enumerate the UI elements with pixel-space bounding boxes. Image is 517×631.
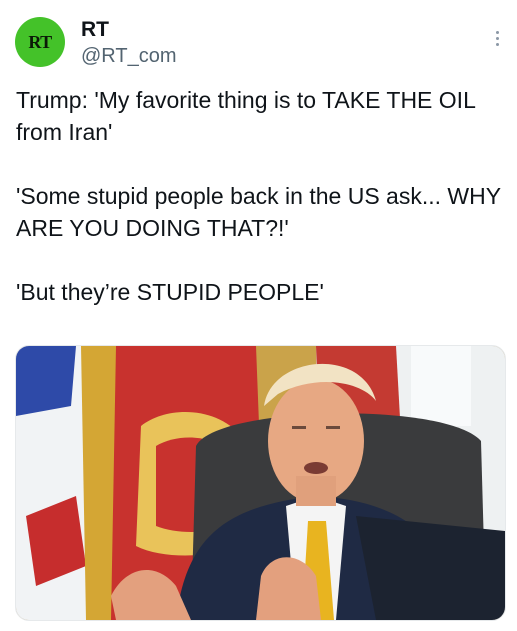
tweet-paragraph-1: Trump: 'My favorite thing is to TAKE THE… bbox=[16, 87, 476, 145]
tweet-card: RT RT @RT_com Trump: 'My favorite thing … bbox=[0, 0, 517, 631]
avatar[interactable]: RT bbox=[15, 17, 65, 67]
user-handle[interactable]: @RT_com bbox=[81, 45, 177, 68]
tweet-paragraph-3: 'But they’re STUPID PEOPLE' bbox=[16, 279, 324, 305]
tweet-paragraph-2: 'Some stupid people back in the US ask..… bbox=[16, 183, 501, 241]
photo-illustration bbox=[16, 346, 505, 620]
rt-logo: RT bbox=[28, 31, 52, 52]
display-name[interactable]: RT bbox=[81, 18, 109, 42]
more-options-icon[interactable] bbox=[495, 31, 501, 51]
tweet-text: Trump: 'My favorite thing is to TAKE THE… bbox=[16, 84, 506, 308]
tweet-photo[interactable] bbox=[15, 345, 506, 621]
